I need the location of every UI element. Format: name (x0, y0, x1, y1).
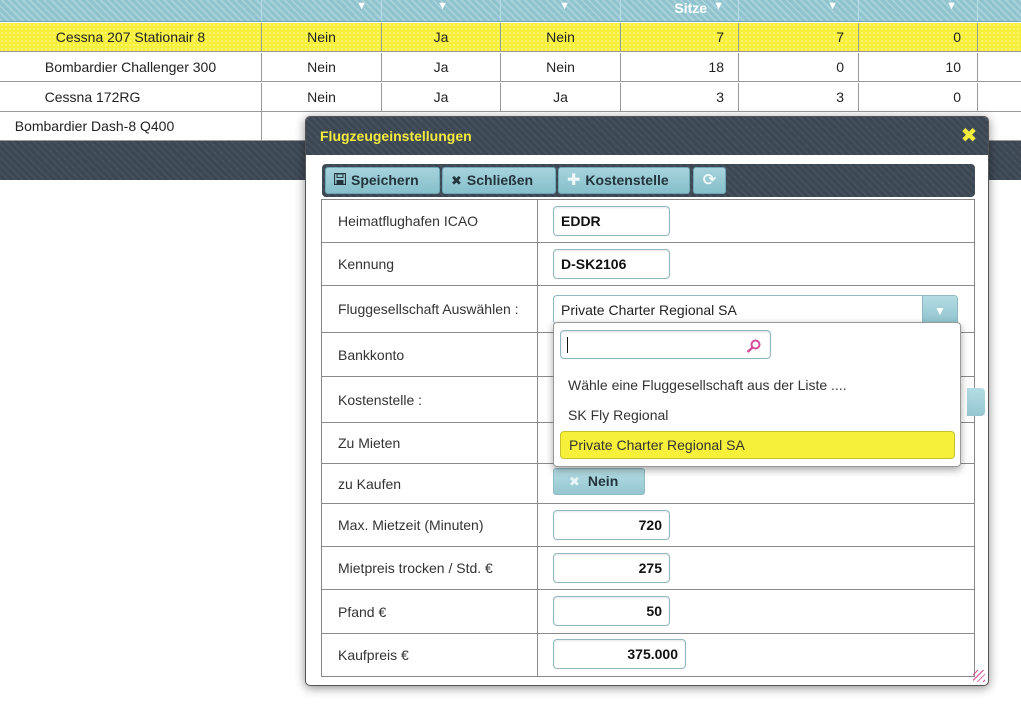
column-header-2[interactable]: ▼ (382, 0, 501, 21)
airline-select[interactable]: Private Charter Regional SA ▼ (553, 295, 958, 325)
chevron-down-icon[interactable]: ▼ (922, 296, 957, 324)
airline-option[interactable]: SK Fly Regional (560, 401, 955, 429)
save-button[interactable]: Speichern (325, 167, 440, 194)
aircraft-name: Bombardier Challenger 300 (0, 53, 262, 81)
cost-center-select-button[interactable] (967, 388, 985, 416)
form-row-deposit: Pfand € 50 (322, 590, 974, 634)
table-cell: 7 (621, 23, 739, 51)
home-airport-input[interactable]: EDDR (553, 206, 670, 236)
resize-handle[interactable] (973, 670, 985, 682)
refresh-icon: ⟳ (702, 172, 717, 189)
table-cell: Nein (262, 83, 382, 111)
refresh-button[interactable]: ⟳ (693, 167, 726, 194)
for-sale-label: zu Kaufen (322, 464, 538, 503)
dialog-titlebar[interactable]: Flugzeugeinstellungen ✖ (306, 117, 988, 155)
aircraft-name: Cessna 172RG (0, 83, 262, 111)
cost-center-label: Kostenstelle (585, 172, 669, 188)
sort-icon: ▼ (437, 0, 448, 12)
column-header-5[interactable]: ▼ (739, 0, 859, 21)
cost-center-label: Kostenstelle : (322, 377, 538, 422)
for-rent-label: Zu Mieten (322, 423, 538, 463)
airline-option[interactable]: Wähle eine Fluggesellschaft aus der List… (560, 371, 955, 399)
table-cell: Ja (501, 83, 621, 111)
for-sale-value: Nein (587, 473, 619, 489)
dialog-toolbar: Speichern ✖ Schließen ✚ Kostenstelle ⟳ (322, 164, 975, 197)
table-row[interactable]: Cessna 172RG Nein Ja Ja 3 3 0 (0, 83, 1021, 112)
search-icon (746, 339, 762, 353)
table-row[interactable]: Bombardier Challenger 300 Nein Ja Nein 1… (0, 53, 1021, 82)
table-cell: 3 (621, 83, 739, 111)
airline-search-input[interactable] (560, 330, 771, 359)
max-rent-input[interactable]: 720 (553, 510, 670, 540)
sort-icon: ▼ (827, 0, 838, 12)
deposit-label: Pfand € (322, 590, 538, 633)
aircraft-name: Cessna 207 Stationair 8 (0, 23, 262, 51)
form-row-rent-price: Mietpreis trocken / Std. € 275 (322, 547, 974, 590)
sort-icon: ▼ (559, 0, 570, 12)
table-cell: Ja (382, 23, 501, 51)
save-label: Speichern (351, 172, 419, 188)
column-header-6[interactable]: ▼ (859, 0, 978, 21)
rent-price-label: Mietpreis trocken / Std. € (322, 547, 538, 589)
plus-icon: ✚ (567, 172, 581, 189)
column-header-name[interactable] (0, 0, 262, 21)
for-sale-toggle[interactable]: ✖ Nein (553, 468, 645, 495)
close-label: Schließen (466, 172, 534, 188)
max-rent-label: Max. Mietzeit (Minuten) (322, 504, 538, 546)
table-cell: 7 (739, 23, 859, 51)
close-icon: ✖ (569, 474, 580, 489)
aircraft-name: Bombardier Dash-8 Q400 (0, 112, 262, 140)
table-cell: 0 (859, 83, 978, 111)
table-cell: Ja (382, 83, 501, 111)
bank-account-label: Bankkonto (322, 333, 538, 376)
table-row[interactable]: Cessna 207 Stationair 8 Nein Ja Nein 7 7… (0, 23, 1021, 52)
sort-icon: ▼ (356, 0, 367, 12)
table-cell: Ja (382, 53, 501, 81)
registration-label: Kennung (322, 243, 538, 285)
airline-label: Fluggesellschaft Auswählen : (322, 286, 538, 332)
table-header: ▼ ▼ ▼ Sitze ▼ ▼ ▼ (0, 0, 1021, 22)
home-airport-label: Heimatflughafen ICAO (322, 200, 538, 242)
table-cell: 0 (859, 23, 978, 51)
add-cost-center-button[interactable]: ✚ Kostenstelle (558, 167, 690, 194)
form-row-for-sale: zu Kaufen ✖ Nein (322, 464, 974, 504)
table-cell: Nein (262, 23, 382, 51)
form-row-home-airport: Heimatflughafen ICAO EDDR (322, 200, 974, 243)
purchase-price-input[interactable]: 375.000 (553, 639, 686, 669)
registration-input[interactable]: D-SK2106 (553, 249, 670, 279)
close-icon: ✖ (451, 173, 462, 188)
form-row-purchase-price: Kaufpreis € 375.000 (322, 634, 974, 676)
deposit-input[interactable]: 50 (553, 596, 670, 626)
form-row-registration: Kennung D-SK2106 (322, 243, 974, 286)
rent-price-input[interactable]: 275 (553, 553, 670, 583)
close-icon[interactable]: ✖ (960, 126, 978, 146)
table-cell: 0 (739, 53, 859, 81)
column-header-1[interactable]: ▼ (262, 0, 382, 21)
sort-icon: ▼ (713, 0, 724, 12)
sort-icon: ▼ (946, 0, 957, 12)
table-cell: 10 (859, 53, 978, 81)
column-header-3[interactable]: ▼ (501, 0, 621, 21)
column-header-label: Sitze (674, 0, 708, 16)
form-row-max-rent-time: Max. Mietzeit (Minuten) 720 (322, 504, 974, 547)
table-cell: 3 (739, 83, 859, 111)
table-cell: Nein (501, 23, 621, 51)
purchase-price-label: Kaufpreis € (322, 634, 538, 676)
close-button[interactable]: ✖ Schließen (442, 167, 556, 194)
airline-option-selected[interactable]: Private Charter Regional SA (560, 431, 955, 459)
column-header-seats[interactable]: Sitze ▼ (621, 0, 739, 21)
table-cell: 18 (621, 53, 739, 81)
text-cursor (567, 337, 568, 353)
dialog-title: Flugzeugeinstellungen (320, 128, 472, 144)
table-cell: Nein (501, 53, 621, 81)
airline-dropdown: Wähle eine Fluggesellschaft aus der List… (553, 322, 961, 467)
save-icon (333, 168, 347, 193)
table-cell: Nein (262, 53, 382, 81)
airline-select-value: Private Charter Regional SA (561, 302, 737, 318)
